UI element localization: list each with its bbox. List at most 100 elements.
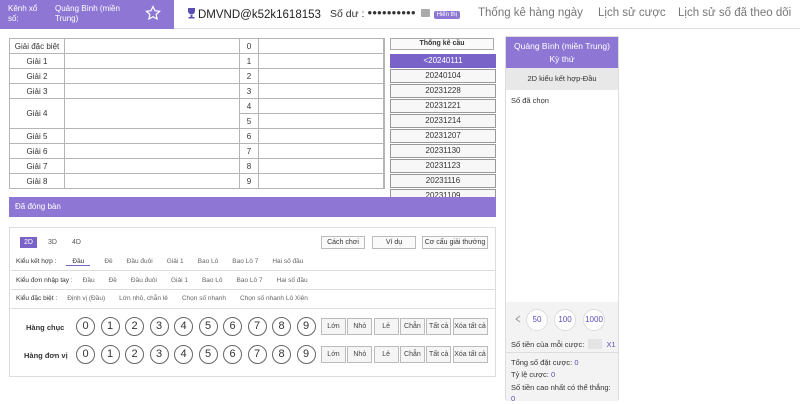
draw-date-item[interactable]: 20231228 — [390, 84, 496, 98]
selected-numbers-label: Số đã chọn — [511, 96, 549, 105]
special-type-row: Kiểu đặc biệt : Định vị (Đầu) Lớn nhỏ, chẵ… — [16, 295, 322, 302]
prize-label: Giải 4 — [9, 98, 65, 129]
bet-slip-header: Quảng Bình (miền Trung) Kỳ thứ — [506, 37, 618, 68]
tens-ball-5[interactable]: 5 — [198, 317, 218, 336]
prize-structure-button[interactable]: Cơ cấu giải thưởng — [422, 236, 488, 249]
manual-option[interactable]: Đầu — [83, 277, 95, 284]
tens-ball-3[interactable]: 3 — [149, 317, 169, 336]
tab-3d[interactable]: 3D — [44, 237, 61, 248]
draw-date-item[interactable]: 20231130 — [390, 144, 496, 158]
tens-row-label: Hàng chục — [26, 323, 65, 332]
manual-option[interactable]: Bao Lô 7 — [237, 277, 263, 284]
per-bet-input[interactable] — [588, 339, 603, 349]
draw-date-item[interactable]: 20231207 — [390, 129, 496, 143]
tens-ball-7[interactable]: 7 — [247, 317, 267, 336]
chip-100[interactable]: 100 — [554, 309, 576, 331]
divider — [506, 352, 618, 353]
manual-option[interactable]: Bao Lô — [202, 277, 223, 284]
units-ball-5[interactable]: 5 — [198, 345, 218, 364]
channel-selector[interactable]: Kênh xổ số: Quảng Bình (miền Trung) — [0, 0, 174, 29]
combo-option[interactable]: Hai số đầu — [272, 258, 303, 265]
tens-ball-9[interactable]: 9 — [296, 317, 316, 336]
combo-option[interactable]: Bao Lô 7 — [232, 258, 258, 265]
draw-number-label: Kỳ thứ — [549, 54, 575, 64]
odds-label: Tỷ lệ cược: — [511, 370, 549, 379]
draw-date-item[interactable]: 20231221 — [390, 99, 496, 113]
tens-clear-all-button[interactable]: Xóa tất cả — [452, 318, 488, 335]
prize-label: Giải 6 — [9, 143, 65, 159]
tens-all-button[interactable]: Tất cả — [426, 318, 452, 335]
total-bet-label: Tổng số đặt cược: — [511, 358, 573, 367]
digit-label: 3 — [239, 83, 259, 99]
nav-bet-history[interactable]: Lịch sử cược — [598, 7, 666, 19]
tens-odd-button[interactable]: Lẻ — [373, 318, 399, 335]
max-win-label: Số tiền cao nhất có thể thắng: — [511, 383, 611, 392]
example-button[interactable]: Ví dụ — [372, 236, 416, 249]
tens-ball-0[interactable]: 0 — [76, 317, 95, 336]
units-big-button[interactable]: Lớn — [321, 346, 346, 363]
tens-small-button[interactable]: Nhỏ — [347, 318, 373, 335]
prize-label: Giải đặc biệt — [9, 38, 65, 54]
odds: Tỷ lệ cược: 0 — [511, 370, 555, 379]
special-option[interactable]: Chọn số nhanh Lô Xiên — [240, 295, 308, 302]
manual-option[interactable]: Đề — [109, 277, 117, 284]
tens-ball-4[interactable]: 4 — [174, 317, 193, 336]
digit-label: 2 — [239, 68, 259, 84]
units-ball-6[interactable]: 6 — [223, 345, 242, 364]
combo-type-row: Kiểu kết hợp : Đầu Đề Đầu đuôi Giải 1 Bao Lô B… — [16, 258, 317, 266]
multiplier[interactable]: X1 — [607, 340, 616, 349]
prize-label: Giải 2 — [9, 68, 65, 84]
units-ball-9[interactable]: 9 — [296, 345, 316, 364]
manual-option[interactable]: Hai số đầu — [277, 277, 308, 284]
units-small-button[interactable]: Nhỏ — [347, 346, 373, 363]
chip-50[interactable]: 50 — [526, 309, 548, 331]
tens-ball-1[interactable]: 1 — [100, 317, 120, 336]
units-ball-0[interactable]: 0 — [76, 345, 95, 364]
user-account: DMVND@k52k1618153 — [186, 7, 321, 21]
combo-option[interactable]: Đầu đuôi — [127, 258, 153, 265]
digit-value — [258, 113, 384, 129]
nav-daily-stats[interactable]: Thống kê hàng ngày — [478, 7, 583, 19]
channel-value: Quảng Bình (miền Trung) — [55, 4, 120, 23]
combo-option[interactable]: Đầu — [66, 258, 91, 266]
units-ball-7[interactable]: 7 — [247, 345, 267, 364]
units-ball-8[interactable]: 8 — [272, 345, 291, 364]
tens-even-button[interactable]: Chẵn — [399, 318, 425, 335]
digit-label: 6 — [239, 128, 259, 144]
draw-date-item[interactable]: 20231214 — [390, 114, 496, 128]
units-ball-4[interactable]: 4 — [174, 345, 193, 364]
combo-option[interactable]: Đề — [104, 258, 112, 265]
draw-date-item[interactable]: <20240111 — [390, 54, 496, 68]
chip-1000[interactable]: 1000 — [583, 309, 605, 331]
tab-2d[interactable]: 2D — [20, 237, 37, 248]
manual-option[interactable]: Giải 1 — [171, 277, 188, 284]
eye-icon[interactable] — [420, 9, 430, 17]
balance-mask: ●●●●●●●●●● — [367, 8, 416, 17]
units-even-button[interactable]: Chẵn — [399, 346, 425, 363]
units-clear-all-button[interactable]: Xóa tất cả — [452, 346, 488, 363]
draw-date-item[interactable]: 20231116 — [390, 174, 496, 188]
units-odd-button[interactable]: Lẻ — [373, 346, 399, 363]
draw-date-item[interactable]: 20240104 — [390, 69, 496, 83]
tens-ball-6[interactable]: 6 — [223, 317, 242, 336]
star-icon[interactable] — [145, 5, 161, 21]
combo-option[interactable]: Bao Lô — [198, 258, 219, 265]
tens-big-button[interactable]: Lớn — [321, 318, 346, 335]
combo-option[interactable]: Giải 1 — [167, 258, 184, 265]
special-option[interactable]: Chọn số nhanh — [182, 295, 226, 302]
units-all-button[interactable]: Tất cả — [426, 346, 452, 363]
chevron-left-icon[interactable] — [514, 315, 522, 323]
how-to-play-button[interactable]: Cách chơi — [321, 236, 365, 249]
tens-ball-2[interactable]: 2 — [125, 317, 144, 336]
manual-option[interactable]: Đầu đuôi — [131, 277, 157, 284]
nav-tracked-history[interactable]: Lịch sử số đã theo dõi — [678, 7, 791, 19]
draw-date-item[interactable]: 20231123 — [390, 159, 496, 173]
units-ball-3[interactable]: 3 — [149, 345, 169, 364]
units-ball-2[interactable]: 2 — [125, 345, 144, 364]
tab-4d[interactable]: 4D — [68, 237, 85, 248]
special-option[interactable]: Định vị (Đầu) — [67, 295, 105, 302]
show-balance-button[interactable]: Hiển thị — [433, 11, 460, 19]
tens-ball-8[interactable]: 8 — [272, 317, 291, 336]
units-ball-1[interactable]: 1 — [100, 345, 120, 364]
special-option[interactable]: Lớn nhỏ, chẵn lẻ — [119, 295, 168, 302]
